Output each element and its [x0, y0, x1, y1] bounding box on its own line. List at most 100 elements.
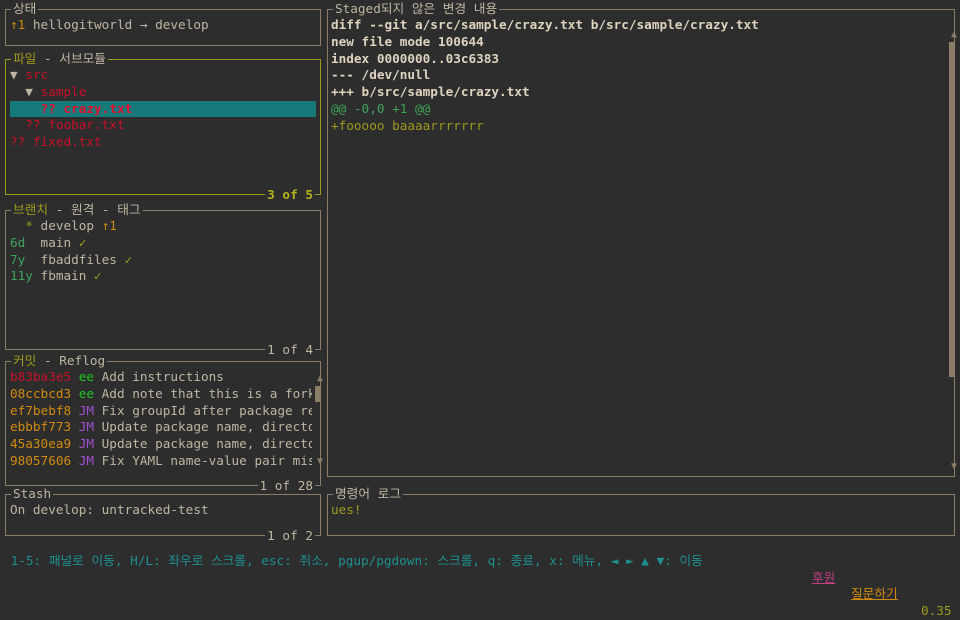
- diff-hunk-header: @@ -0,0 +1 @@: [331, 100, 431, 116]
- panel-title: 명령어 로그: [333, 486, 404, 502]
- commit-item[interactable]: 98057606 JM Fix YAML name-value pair mis: [10, 453, 312, 470]
- branch-age: 11y: [10, 268, 33, 284]
- author-initials: ee: [78, 369, 95, 384]
- status-panel[interactable]: 상태 ↑1 hellogitworld → develop: [5, 1, 321, 46]
- check-icon: ✓: [94, 268, 102, 284]
- author-initials: JM: [78, 452, 95, 468]
- branch-item[interactable]: * develop ↑1: [10, 218, 316, 235]
- author-initials: JM: [78, 419, 95, 435]
- author-initials: ee: [78, 385, 95, 401]
- panel-title: 커밋 - Reflog: [11, 353, 108, 369]
- branch-age: 7y: [10, 251, 33, 267]
- commit-hash: ef7bebf8: [10, 402, 72, 418]
- untracked-status: ??: [40, 100, 64, 116]
- stash-panel[interactable]: Stash On develop: untracked-test 1 of 2: [5, 486, 321, 544]
- commit-message: Add instructions: [101, 369, 224, 384]
- branch-name: fbaddfiles: [32, 251, 125, 267]
- tab-submodules[interactable]: - 서브모듈: [36, 51, 106, 66]
- branch-name: fbmain: [32, 268, 95, 284]
- commit-hash: 98057606: [10, 452, 72, 468]
- collapse-arrow-icon: ▼: [10, 67, 26, 82]
- repo-branch: hellogitworld → develop: [25, 17, 209, 32]
- commit-hash: ebbbf773: [10, 419, 72, 435]
- ahead-count: ↑1: [10, 17, 26, 32]
- diff-panel[interactable]: Staged되지 않은 변경 내용 diff --git a/src/sampl…: [327, 1, 957, 477]
- status-bar: 1-5: 패널로 이동, H/L: 좌우로 스크롤, esc: 취소, pgup…: [3, 536, 960, 620]
- author-initials: JM: [78, 436, 95, 452]
- untracked-status: ??: [10, 134, 33, 150]
- list-counter: 3 of 5: [265, 187, 315, 203]
- file-tree-item[interactable]: ?? crazy.txt: [10, 100, 316, 118]
- collapse-arrow-icon: ▼: [25, 83, 41, 99]
- version-label: 0.35: [921, 603, 952, 619]
- branch-age: 6d: [10, 234, 33, 250]
- file-tree-item[interactable]: ▼ sample: [10, 84, 316, 101]
- stash-entry[interactable]: On develop: untracked-test: [10, 502, 316, 519]
- commit-item[interactable]: 45a30ea9 JM Update package name, directo: [10, 436, 312, 453]
- tab-branches[interactable]: 브랜치: [13, 202, 48, 217]
- scroll-down-icon[interactable]: ▼: [317, 457, 323, 467]
- list-counter: 1 of 4: [265, 342, 315, 358]
- tab-remotes-tags[interactable]: - 원격 - 태그: [48, 202, 141, 217]
- branch-item[interactable]: 6d main ✓: [10, 235, 316, 252]
- files-panel[interactable]: 파일 - 서브모듈 ▼ src ▼ sample ?? crazy.txt ??…: [5, 51, 321, 203]
- diff-header-line: index 0000000..03c6383: [331, 50, 500, 66]
- commit-item[interactable]: 08ccbcd3 ee Add note that this is a fork: [10, 386, 312, 403]
- commits-panel[interactable]: 커밋 - Reflog b83ba3e5 ee Add instructions…: [5, 353, 323, 494]
- scrollbar[interactable]: [949, 42, 955, 377]
- tab-reflog[interactable]: - Reflog: [36, 353, 105, 368]
- tab-files[interactable]: 파일: [13, 51, 36, 66]
- check-icon: ✓: [124, 251, 133, 267]
- file-name: src: [25, 67, 49, 82]
- commit-hash: 45a30ea9: [10, 436, 72, 452]
- command-log-panel[interactable]: 명령어 로그 ues!: [327, 486, 955, 536]
- log-text: ues!: [331, 502, 362, 517]
- panel-title: 브랜치 - 원격 - 태그: [11, 202, 143, 218]
- donate-link[interactable]: 후원: [812, 570, 835, 587]
- ask-question-link[interactable]: 질문하기: [851, 586, 898, 603]
- diff-header-line: new file mode 100644: [331, 33, 484, 49]
- file-tree-item[interactable]: ?? fixed.txt: [10, 134, 316, 151]
- list-counter: 1 of 28: [257, 478, 315, 494]
- branches-panel[interactable]: 브랜치 - 원격 - 태그 * develop ↑1 6d main ✓ 7y fb…: [5, 202, 321, 358]
- file-name: foobar.txt: [48, 117, 125, 133]
- check-icon: ✓: [78, 234, 87, 250]
- commit-message: Add note that this is a fork: [101, 385, 312, 401]
- branch-item[interactable]: 11y fbmain ✓: [10, 268, 316, 285]
- commit-item[interactable]: b83ba3e5 ee Add instructions: [10, 369, 312, 386]
- panel-title: 파일 - 서브모듈: [11, 51, 108, 67]
- scroll-up-icon[interactable]: ▲: [317, 374, 323, 384]
- scrollbar[interactable]: [315, 386, 321, 402]
- ahead-count: ↑1: [101, 218, 117, 233]
- author-initials: JM: [78, 402, 95, 418]
- keybindings-hint: 1-5: 패널로 이동, H/L: 좌우로 스크롤, esc: 취소, pgup…: [10, 552, 703, 568]
- commit-hash: b83ba3e5: [10, 369, 72, 384]
- tab-commits[interactable]: 커밋: [13, 353, 36, 368]
- panel-title: 상태: [11, 1, 39, 17]
- panel-title: Staged되지 않은 변경 내용: [333, 1, 500, 17]
- commit-item[interactable]: ebbbf773 JM Update package name, directo: [10, 419, 312, 436]
- untracked-status: ??: [25, 117, 49, 133]
- file-name: sample: [40, 83, 87, 99]
- branch-name: develop: [32, 218, 102, 233]
- diff-header-line: +++ b/src/sample/crazy.txt: [331, 84, 530, 100]
- commit-message: Fix YAML name-value pair mis: [101, 452, 312, 468]
- scroll-down-icon[interactable]: ▼: [951, 462, 957, 472]
- branch-name: main: [32, 234, 79, 250]
- commit-hash: 08ccbcd3: [10, 385, 72, 401]
- branch-item[interactable]: 7y fbaddfiles ✓: [10, 252, 316, 269]
- commit-message: Update package name, directo: [101, 419, 312, 435]
- commit-item[interactable]: ef7bebf8 JM Fix groupId after package re: [10, 403, 312, 420]
- scroll-up-icon[interactable]: ▲: [951, 30, 957, 40]
- file-tree-item[interactable]: ▼ src: [10, 67, 316, 84]
- diff-added-line: +fooooo baaaarrrrrrr: [331, 117, 484, 133]
- file-name: crazy.txt: [63, 100, 133, 116]
- commit-message: Update package name, directo: [101, 436, 312, 452]
- file-tree-item[interactable]: ?? foobar.txt: [10, 117, 316, 134]
- diff-header-line: diff --git a/src/sample/crazy.txt b/src/…: [331, 17, 759, 32]
- diff-header-line: --- /dev/null: [331, 67, 431, 83]
- current-branch-marker: *: [10, 218, 33, 233]
